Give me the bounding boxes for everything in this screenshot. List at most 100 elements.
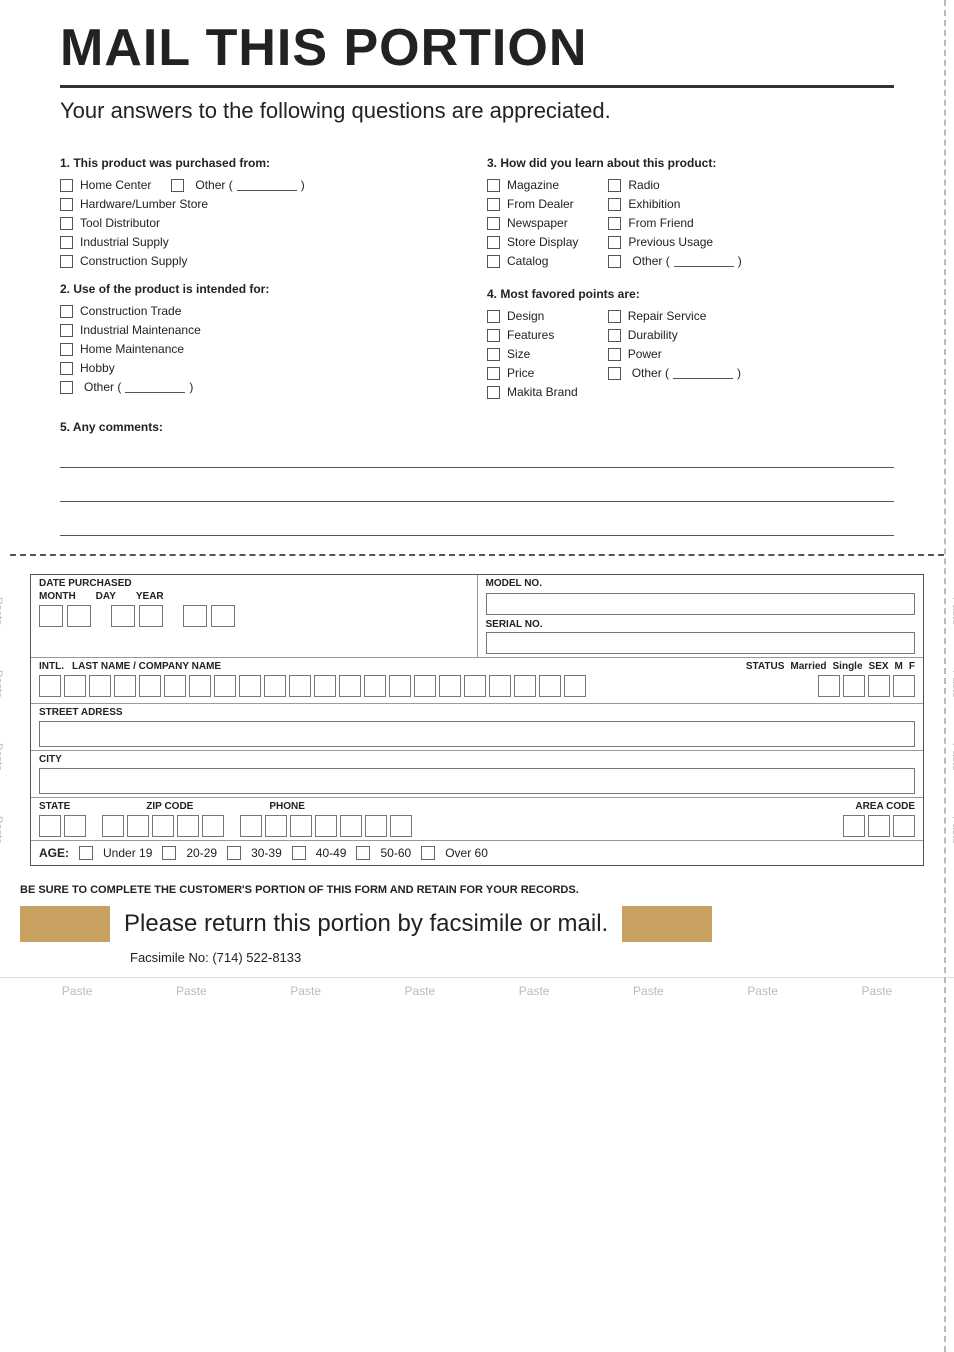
phone-box[interactable] bbox=[290, 815, 312, 837]
sex-m-box[interactable] bbox=[868, 675, 890, 697]
q3-other[interactable]: Other ( ) bbox=[608, 254, 741, 268]
month-box-1[interactable] bbox=[39, 605, 63, 627]
name-box[interactable] bbox=[314, 675, 336, 697]
status-married-box[interactable] bbox=[818, 675, 840, 697]
status-label: STATUS bbox=[746, 661, 785, 672]
phone-box[interactable] bbox=[240, 815, 262, 837]
state-box-2[interactable] bbox=[64, 815, 86, 837]
q3-previous[interactable]: Previous Usage bbox=[608, 235, 741, 249]
state-box-1[interactable] bbox=[39, 815, 61, 837]
q4-features[interactable]: Features bbox=[487, 328, 578, 342]
age-check-over60[interactable] bbox=[421, 846, 435, 860]
name-box[interactable] bbox=[214, 675, 236, 697]
q4-other[interactable]: Other ( ) bbox=[608, 366, 741, 380]
name-box[interactable] bbox=[339, 675, 361, 697]
name-box[interactable] bbox=[514, 675, 536, 697]
q2-home[interactable]: Home Maintenance bbox=[60, 342, 467, 356]
q3-title: 3. How did you learn about this product: bbox=[487, 156, 894, 170]
zip-box[interactable] bbox=[152, 815, 174, 837]
name-box[interactable] bbox=[239, 675, 261, 697]
q3-catalog[interactable]: Catalog bbox=[487, 254, 578, 268]
name-box[interactable] bbox=[389, 675, 411, 697]
phone-box[interactable] bbox=[390, 815, 412, 837]
area-code-box[interactable] bbox=[893, 815, 915, 837]
name-box[interactable] bbox=[489, 675, 511, 697]
subtitle: Your answers to the following questions … bbox=[60, 98, 894, 124]
q3-radio[interactable]: Radio bbox=[608, 178, 741, 192]
area-code-box[interactable] bbox=[868, 815, 890, 837]
area-code-box[interactable] bbox=[843, 815, 865, 837]
phone-label: PHONE bbox=[269, 801, 305, 812]
age-check-under19[interactable] bbox=[79, 846, 93, 860]
name-box[interactable] bbox=[414, 675, 436, 697]
name-box[interactable] bbox=[264, 675, 286, 697]
age-check-50-60[interactable] bbox=[356, 846, 370, 860]
zip-box[interactable] bbox=[177, 815, 199, 837]
f-label: F bbox=[909, 661, 915, 672]
q4-power[interactable]: Power bbox=[608, 347, 741, 361]
name-box[interactable] bbox=[64, 675, 86, 697]
q1-option-construction[interactable]: Construction Supply bbox=[60, 254, 467, 268]
checkbox-home-center[interactable] bbox=[60, 179, 73, 192]
name-box[interactable] bbox=[539, 675, 561, 697]
age-check-30-39[interactable] bbox=[227, 846, 241, 860]
sex-label: SEX bbox=[869, 661, 889, 672]
q2-construction[interactable]: Construction Trade bbox=[60, 304, 467, 318]
name-box[interactable] bbox=[139, 675, 161, 697]
q4-design[interactable]: Design bbox=[487, 309, 578, 323]
zip-box[interactable] bbox=[127, 815, 149, 837]
name-box[interactable] bbox=[189, 675, 211, 697]
q2-other[interactable]: Other ( ) bbox=[60, 380, 193, 394]
q3-friend[interactable]: From Friend bbox=[608, 216, 741, 230]
name-box[interactable] bbox=[289, 675, 311, 697]
q3-exhibition[interactable]: Exhibition bbox=[608, 197, 741, 211]
age-check-40-49[interactable] bbox=[292, 846, 306, 860]
street-input[interactable] bbox=[39, 721, 915, 747]
q2-industrial[interactable]: Industrial Maintenance bbox=[60, 323, 467, 337]
name-box[interactable] bbox=[439, 675, 461, 697]
day-box-2[interactable] bbox=[139, 605, 163, 627]
city-input[interactable] bbox=[39, 768, 915, 794]
month-box-2[interactable] bbox=[67, 605, 91, 627]
q3-dealer[interactable]: From Dealer bbox=[487, 197, 578, 211]
year-box-1[interactable] bbox=[183, 605, 207, 627]
phone-box[interactable] bbox=[315, 815, 337, 837]
q3-store[interactable]: Store Display bbox=[487, 235, 578, 249]
phone-box[interactable] bbox=[365, 815, 387, 837]
q1-option-home-center[interactable]: Home Center bbox=[60, 178, 151, 192]
year-box-2[interactable] bbox=[211, 605, 235, 627]
age-check-20-29[interactable] bbox=[162, 846, 176, 860]
q1-option-other[interactable]: Other ( ) bbox=[171, 178, 304, 192]
q4-durability[interactable]: Durability bbox=[608, 328, 741, 342]
q4-size[interactable]: Size bbox=[487, 347, 578, 361]
phone-box[interactable] bbox=[265, 815, 287, 837]
q4-price[interactable]: Price bbox=[487, 366, 578, 380]
status-single-box[interactable] bbox=[843, 675, 865, 697]
phone-box[interactable] bbox=[340, 815, 362, 837]
zip-box[interactable] bbox=[202, 815, 224, 837]
q1-option-industrial[interactable]: Industrial Supply bbox=[60, 235, 467, 249]
day-box-1[interactable] bbox=[111, 605, 135, 627]
name-box[interactable] bbox=[164, 675, 186, 697]
serial-no-input[interactable] bbox=[486, 632, 916, 654]
name-box[interactable] bbox=[364, 675, 386, 697]
street-label: STREET ADRESS bbox=[39, 707, 915, 718]
name-box[interactable] bbox=[39, 675, 61, 697]
q3-magazine[interactable]: Magazine bbox=[487, 178, 578, 192]
q3-newspaper[interactable]: Newspaper bbox=[487, 216, 578, 230]
name-box[interactable] bbox=[114, 675, 136, 697]
name-box[interactable] bbox=[564, 675, 586, 697]
q4-makita[interactable]: Makita Brand bbox=[487, 385, 578, 399]
model-no-input[interactable] bbox=[486, 593, 916, 615]
name-box[interactable] bbox=[89, 675, 111, 697]
sex-f-box[interactable] bbox=[893, 675, 915, 697]
q2-hobby[interactable]: Hobby bbox=[60, 361, 467, 375]
q1-option-hardware[interactable]: Hardware/Lumber Store bbox=[60, 197, 467, 211]
name-box[interactable] bbox=[464, 675, 486, 697]
q1-option-tool[interactable]: Tool Distributor bbox=[60, 216, 467, 230]
checkbox-q1-other[interactable] bbox=[171, 179, 184, 192]
city-label: CITY bbox=[39, 754, 915, 765]
zip-box[interactable] bbox=[102, 815, 124, 837]
bottom-paste-6: Paste bbox=[633, 984, 664, 998]
q4-repair[interactable]: Repair Service bbox=[608, 309, 741, 323]
